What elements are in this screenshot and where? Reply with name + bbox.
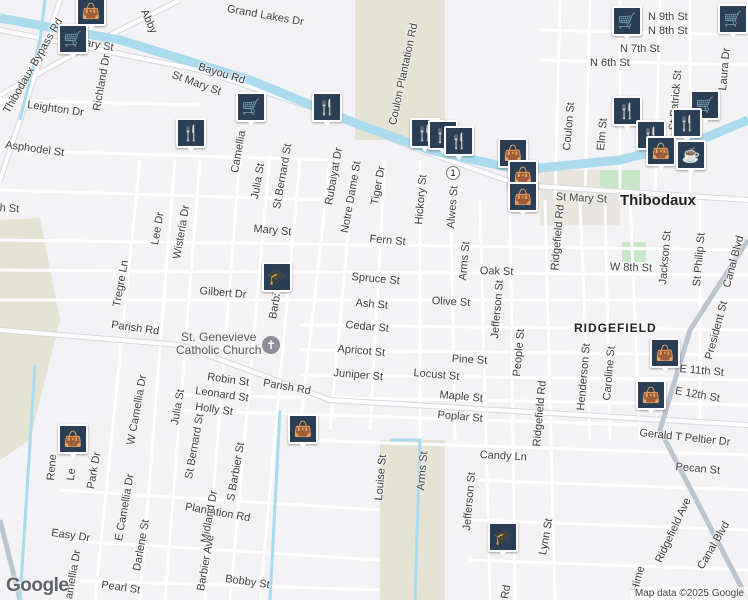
shopping-bag-icon: 👜 bbox=[76, 0, 106, 26]
street-label-w8th: W 8th St bbox=[609, 261, 653, 275]
restaurant-pin[interactable]: 🍴 bbox=[176, 118, 206, 152]
school-pin[interactable]: 🎓 bbox=[262, 262, 292, 296]
shopping-bag-pin[interactable]: 👜 bbox=[58, 424, 88, 458]
street-label-pine: Pine St bbox=[451, 353, 488, 367]
graduation-cap-icon: 🎓 bbox=[262, 262, 292, 292]
shopping-cart-pin[interactable]: 🛒 bbox=[236, 92, 266, 126]
shopping-cart-pin[interactable]: 🛒 bbox=[612, 6, 642, 40]
shopping-cart-icon: 🛒 bbox=[58, 24, 88, 54]
fork-knife-icon: 🍴 bbox=[444, 126, 474, 156]
shopping-bag-pin[interactable]: 👜 bbox=[636, 380, 666, 414]
shopping-bag-icon: 👜 bbox=[58, 424, 88, 454]
place-label-thibodaux: Thibodaux bbox=[620, 192, 696, 209]
shopping-cart-icon: 🛒 bbox=[612, 6, 642, 36]
restaurant-pin[interactable]: 🍴 bbox=[312, 92, 342, 126]
shopping-cart-pin[interactable]: 🛒 bbox=[718, 4, 748, 38]
shopping-cart-pin[interactable]: 🛒 bbox=[58, 24, 88, 58]
shopping-bag-pin[interactable]: 👜 bbox=[646, 136, 676, 170]
cross-icon[interactable]: ✝ bbox=[262, 336, 280, 354]
shopping-bag-icon: 👜 bbox=[508, 182, 538, 212]
restaurant-pin[interactable]: 🍴 bbox=[444, 126, 474, 160]
street-label-h-st: h St bbox=[0, 202, 20, 216]
field-area bbox=[380, 440, 445, 600]
fork-knife-icon: 🍴 bbox=[312, 92, 342, 122]
street-label-oak: Oak St bbox=[479, 265, 514, 279]
street-label-n6th: N 6th St bbox=[590, 57, 630, 69]
shopping-bag-icon: 👜 bbox=[636, 380, 666, 410]
fork-knife-icon: 🍴 bbox=[176, 118, 206, 148]
shopping-bag-icon: 👜 bbox=[646, 136, 676, 166]
fork-knife-icon: 🍴 bbox=[672, 108, 702, 138]
park-area bbox=[622, 242, 646, 262]
google-logo[interactable]: Google bbox=[6, 575, 69, 597]
street-label-n9th: N 9th St bbox=[648, 11, 688, 23]
shopping-bag-pin[interactable]: 👜 bbox=[508, 182, 538, 216]
street-label-rene: Rene bbox=[45, 453, 60, 481]
shopping-cart-icon: 🛒 bbox=[718, 4, 748, 34]
route-1-shield: 1 bbox=[446, 166, 460, 180]
shopping-bag-pin[interactable]: 👜 bbox=[288, 414, 318, 448]
map-canvas[interactable]: Thibodaux RIDGEFIELD St. Genevieve Catho… bbox=[0, 0, 748, 600]
restaurant-pin[interactable]: 🍴 bbox=[672, 108, 702, 142]
coffee-cup-icon: ☕ bbox=[676, 140, 706, 170]
street-label-n7th: N 7th St bbox=[620, 43, 660, 55]
shopping-bag-icon: 👜 bbox=[650, 338, 680, 368]
shopping-cart-icon: 🛒 bbox=[236, 92, 266, 122]
shopping-bag-pin[interactable]: 👜 bbox=[650, 338, 680, 372]
cafe-pin[interactable]: ☕ bbox=[676, 140, 706, 174]
place-label-church: St. Genevieve Catholic Church bbox=[176, 330, 262, 358]
shopping-bag-icon: 👜 bbox=[288, 414, 318, 444]
map-attribution: Map data ©2025 Google bbox=[630, 587, 748, 600]
graduation-cap-icon: 🎓 bbox=[488, 522, 518, 552]
street-label-le: Le bbox=[65, 467, 79, 481]
street-label-olive: Olive St bbox=[431, 295, 471, 310]
street-label-n8th: N 8th St bbox=[648, 25, 688, 37]
school-pin[interactable]: 🎓 bbox=[488, 522, 518, 556]
place-label-ridgefield: RIDGEFIELD bbox=[574, 321, 657, 335]
